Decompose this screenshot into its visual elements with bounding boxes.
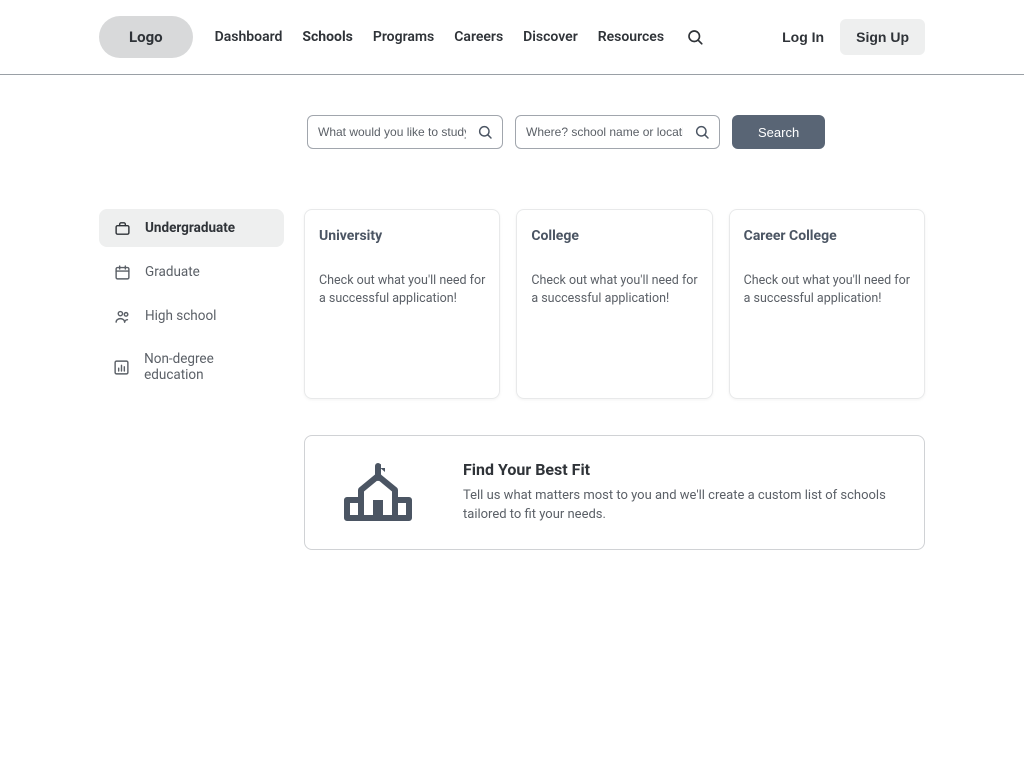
sidebar-item-undergraduate[interactable]: Undergraduate: [99, 209, 284, 247]
card-title: Career College: [744, 228, 910, 244]
header: Logo Dashboard Schools Programs Careers …: [0, 0, 1024, 75]
nav-item-schools[interactable]: Schools: [302, 29, 352, 45]
find-fit-text: Find Your Best Fit Tell us what matters …: [463, 460, 896, 525]
sidebar-item-non-degree[interactable]: Non-degree education: [99, 341, 284, 393]
cards: University Check out what you'll need fo…: [304, 209, 925, 399]
school-building-icon: [333, 460, 423, 524]
search-icon[interactable]: [686, 28, 704, 46]
find-fit-desc: Tell us what matters most to you and we'…: [463, 487, 896, 525]
logo[interactable]: Logo: [99, 16, 193, 58]
nav-item-dashboard[interactable]: Dashboard: [215, 29, 283, 45]
sidebar-item-label: Graduate: [145, 264, 200, 280]
main-area: Undergraduate Graduate: [99, 209, 925, 399]
header-inner: Logo Dashboard Schools Programs Careers …: [0, 16, 1024, 58]
header-right: Log In Sign Up: [778, 19, 925, 55]
login-button[interactable]: Log In: [778, 21, 828, 53]
card-desc: Check out what you'll need for a success…: [744, 272, 910, 308]
card-title: College: [531, 228, 697, 244]
study-field-wrap: [307, 115, 503, 149]
find-fit-box[interactable]: Find Your Best Fit Tell us what matters …: [304, 435, 925, 550]
signup-button[interactable]: Sign Up: [840, 19, 925, 55]
card-title: University: [319, 228, 485, 244]
card-college[interactable]: College Check out what you'll need for a…: [516, 209, 712, 399]
card-desc: Check out what you'll need for a success…: [531, 272, 697, 308]
card-desc: Check out what you'll need for a success…: [319, 272, 485, 308]
calendar-icon: [113, 263, 131, 281]
nav-item-discover[interactable]: Discover: [523, 29, 578, 45]
nav-item-resources[interactable]: Resources: [598, 29, 664, 45]
sidebar-item-graduate[interactable]: Graduate: [99, 253, 284, 291]
search-button[interactable]: Search: [732, 115, 825, 149]
nav-item-programs[interactable]: Programs: [373, 29, 434, 45]
card-university[interactable]: University Check out what you'll need fo…: [304, 209, 500, 399]
content: Search Undergraduate: [0, 115, 1024, 550]
sidebar-item-label: Undergraduate: [145, 220, 235, 236]
card-career-college[interactable]: Career College Check out what you'll nee…: [729, 209, 925, 399]
find-fit-title: Find Your Best Fit: [463, 460, 896, 479]
search-row: Search: [307, 115, 925, 149]
sidebar-item-label: High school: [145, 308, 216, 324]
sidebar-item-label: Non-degree education: [144, 351, 270, 383]
chart-icon: [113, 358, 130, 376]
nav: Dashboard Schools Programs Careers Disco…: [215, 28, 704, 46]
sidebar-item-high-school[interactable]: High school: [99, 297, 284, 335]
where-input[interactable]: [515, 115, 720, 149]
where-field-wrap: [515, 115, 720, 149]
sidebar: Undergraduate Graduate: [99, 209, 284, 399]
people-icon: [113, 307, 131, 325]
study-input[interactable]: [307, 115, 503, 149]
nav-item-careers[interactable]: Careers: [454, 29, 503, 45]
briefcase-icon: [113, 219, 131, 237]
